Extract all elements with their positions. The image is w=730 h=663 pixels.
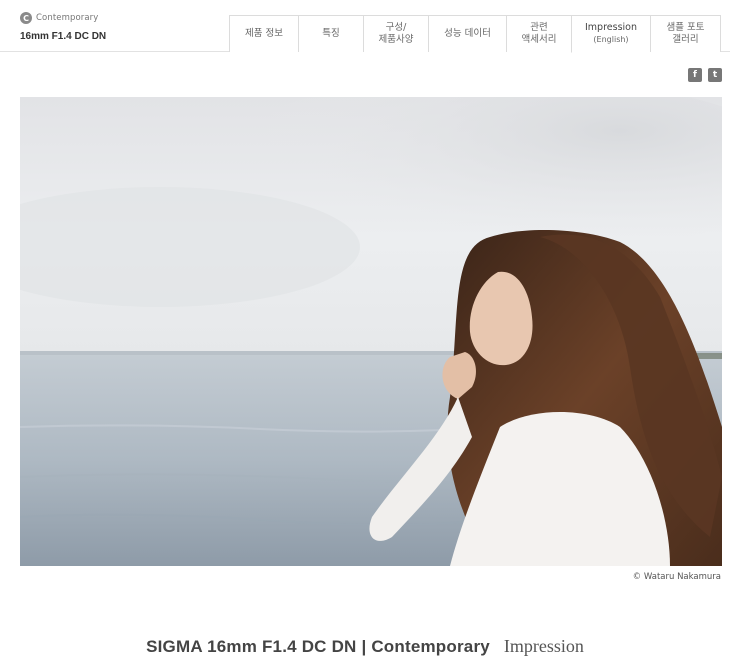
brand-line-name: Contemporary: [36, 13, 99, 23]
hero-photo: [20, 97, 722, 566]
section-title: SIGMA 16mm F1.4 DC DN | Contemporary Impr…: [0, 636, 730, 657]
tab-features[interactable]: 특징: [298, 15, 363, 52]
tab-label-line2: 제품사양: [378, 34, 414, 45]
tab-label: 제품 정보: [245, 28, 283, 39]
tab-label-line2: 갤러리: [672, 34, 699, 45]
tab-label: 구성/: [385, 22, 407, 33]
tab-label: 관련: [530, 22, 548, 33]
tab-label: Impression: [585, 22, 637, 33]
contemporary-badge-icon: C: [20, 12, 32, 24]
tab-sample-gallery[interactable]: 샘플 포토 갤러리: [650, 15, 721, 52]
tab-label-line2: (English): [593, 35, 629, 44]
tab-specifications[interactable]: 구성/ 제품사양: [363, 15, 428, 52]
social-share: f t: [688, 68, 722, 82]
facebook-icon[interactable]: f: [688, 68, 702, 82]
tab-label: 성능 데이터: [444, 28, 491, 39]
tab-impression[interactable]: Impression (English): [571, 15, 650, 53]
tab-performance-data[interactable]: 성능 데이터: [428, 15, 506, 52]
photo-credit: © Wataru Nakamura: [632, 572, 721, 582]
section-title-main: SIGMA 16mm F1.4 DC DN | Contemporary: [146, 637, 490, 656]
brand[interactable]: C Contemporary 16mm F1.4 DC DN: [20, 11, 220, 42]
tab-label: 특징: [322, 28, 340, 39]
tab-label-line2: 액세서리: [521, 34, 557, 45]
site-header: C Contemporary 16mm F1.4 DC DN 제품 정보 특징 …: [0, 0, 730, 53]
tab-label: 샘플 포토: [666, 22, 705, 33]
product-nav: 제품 정보 특징 구성/ 제품사양 성능 데이터 관련 액세서리 Impress…: [229, 15, 721, 53]
tab-product-info[interactable]: 제품 정보: [229, 15, 298, 52]
section-title-sub: Impression: [503, 636, 584, 656]
tab-accessories[interactable]: 관련 액세서리: [506, 15, 571, 52]
twitter-icon[interactable]: t: [708, 68, 722, 82]
product-name: 16mm F1.4 DC DN: [20, 31, 107, 42]
